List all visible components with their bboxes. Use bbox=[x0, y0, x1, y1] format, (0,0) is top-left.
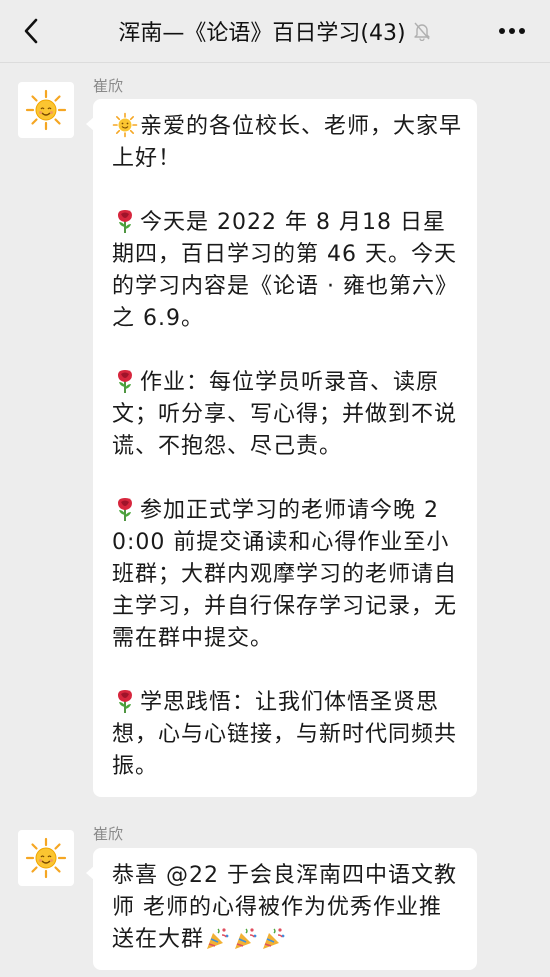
message-bubble[interactable]: 恭喜 @22 于会良浑南四中语文教师 老师的心得被作为优秀作业推送在大群 bbox=[86, 848, 477, 970]
chat-title: 浑南—《论语》百日学习(43) bbox=[118, 21, 406, 46]
chevron-left-icon[interactable] bbox=[14, 14, 48, 48]
sun-avatar-icon[interactable] bbox=[18, 830, 74, 886]
message-paragraph: 恭喜 @22 于会良浑南四中语文教师 老师的心得被作为优秀作业推送在大群 bbox=[112, 860, 462, 956]
sender-name: 崔欣 bbox=[93, 77, 124, 95]
chat-title-area: 浑南—《论语》百日学习(43) bbox=[70, 0, 480, 62]
smiling-sun-emoji bbox=[112, 112, 138, 138]
paragraph-text: 学思践悟：让我们体悟圣贤思想，心与心链接，与新时代同频共振。 bbox=[112, 690, 458, 779]
party-popper-emoji bbox=[232, 925, 258, 951]
more-dots-icon[interactable] bbox=[492, 14, 532, 48]
rose-emoji bbox=[112, 368, 138, 394]
message-paragraph: 参加正式学习的老师请今晚 20:00 前提交诵读和心得作业至小班群；大群内观摩学… bbox=[112, 495, 462, 655]
party-popper-emoji bbox=[260, 925, 286, 951]
paragraph-text: 今天是 2022 年 8 月18 日星期四，百日学习的第 46 天。今天的学习内… bbox=[112, 210, 458, 331]
paragraph-text: 参加正式学习的老师请今晚 20:00 前提交诵读和心得作业至小班群；大群内观摩学… bbox=[112, 498, 458, 651]
message-paragraph: 作业：每位学员听录音、读原文；听分享、写心得；并做到不说谎、不抱怨、尽己责。 bbox=[112, 367, 462, 463]
message-paragraph: 今天是 2022 年 8 月18 日星期四，百日学习的第 46 天。今天的学习内… bbox=[112, 207, 462, 335]
message-paragraph: 亲爱的各位校长、老师，大家早上好！ bbox=[112, 111, 462, 175]
rose-emoji bbox=[112, 496, 138, 522]
message-paragraph: 学思践悟：让我们体悟圣贤思想，心与心链接，与新时代同频共振。 bbox=[112, 687, 462, 783]
sun-avatar-icon[interactable] bbox=[18, 82, 74, 138]
rose-emoji bbox=[112, 688, 138, 714]
rose-emoji bbox=[112, 208, 138, 234]
sender-name: 崔欣 bbox=[93, 825, 124, 843]
message-bubble[interactable]: 亲爱的各位校长、老师，大家早上好！ 今天是 2022 年 8 月18 日星期四，… bbox=[86, 99, 477, 797]
chat-header: 浑南—《论语》百日学习(43) bbox=[0, 0, 550, 63]
paragraph-text: 作业：每位学员听录音、读原文；听分享、写心得；并做到不说谎、不抱怨、尽己责。 bbox=[112, 370, 458, 459]
paragraph-text: 亲爱的各位校长、老师，大家早上好！ bbox=[112, 114, 463, 171]
bell-muted-icon bbox=[412, 21, 432, 41]
party-popper-emoji bbox=[204, 925, 230, 951]
